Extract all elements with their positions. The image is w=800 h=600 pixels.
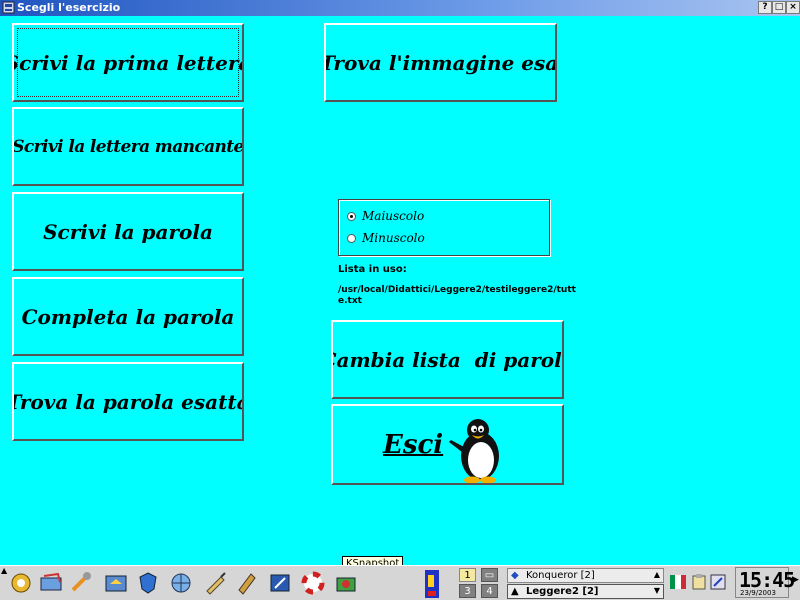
- scrivi-lettera-mancante-button[interactable]: Scrivi la lettera mancante: [12, 107, 244, 186]
- taskbar-left-arrow-icon[interactable]: ▲: [1, 566, 7, 575]
- task-label: Leggere2 [2]: [526, 586, 599, 597]
- pager-desktop-1[interactable]: 1: [459, 568, 476, 582]
- help-icon: ?: [762, 2, 768, 12]
- radio-unchecked-icon[interactable]: [347, 233, 356, 243]
- lista-label: Lista in uso:: [338, 264, 407, 275]
- home-folder-icon[interactable]: [103, 570, 129, 596]
- case-radio-group: Maiuscolo Minuscolo: [338, 199, 550, 256]
- radio-maiuscolo[interactable]: Maiuscolo: [347, 208, 424, 224]
- button-label: Scrivi la prima lettera: [12, 50, 244, 75]
- pen-icon[interactable]: [202, 570, 228, 596]
- title-bar[interactable]: Scegli l'esercizio ? □ ×: [0, 0, 800, 16]
- button-label: Cambia lista di parole: [331, 347, 564, 372]
- pager-desktop-2[interactable]: ▭: [481, 568, 498, 582]
- app-icon[interactable]: [2, 1, 15, 14]
- button-label: Completa la parola: [21, 304, 235, 329]
- radio-checked-icon[interactable]: [347, 211, 356, 221]
- clock-date: 23/9/2003: [740, 589, 776, 597]
- clipboard-icon[interactable]: [691, 574, 707, 590]
- scrivi-parola-button[interactable]: Scrivi la parola: [12, 192, 244, 271]
- maximize-button[interactable]: □: [772, 1, 786, 14]
- lista-path-line2: e.txt: [338, 296, 362, 306]
- globe-icon[interactable]: [168, 570, 194, 596]
- radio-label: Minuscolo: [362, 231, 425, 245]
- task-collapse-icon: ▼: [653, 586, 660, 595]
- italian-flag-icon[interactable]: [670, 575, 686, 589]
- ksnapshot-icon[interactable]: [333, 570, 359, 596]
- help-lifebuoy-icon[interactable]: [300, 570, 326, 596]
- completa-parola-button[interactable]: Completa la parola: [12, 277, 244, 356]
- leggere2-icon: ▲: [511, 586, 519, 597]
- close-icon: ×: [789, 2, 797, 12]
- pencil-icon[interactable]: [233, 570, 259, 596]
- pager-window-icon: ▭: [484, 570, 495, 581]
- radio-label: Maiuscolo: [362, 209, 425, 223]
- scrivi-prima-lettera-button[interactable]: Scrivi la prima lettera: [12, 23, 244, 102]
- kde-menu-icon[interactable]: [8, 570, 34, 596]
- button-label: Trova la parola esatta: [12, 389, 244, 414]
- esci-button[interactable]: Esci: [331, 404, 564, 485]
- task-leggere2[interactable]: ▲ Leggere2 [2] ▼: [507, 584, 664, 599]
- trova-immagine-esatta-button[interactable]: Trova l'immagine esatta: [324, 23, 557, 102]
- close-button[interactable]: ×: [786, 1, 800, 14]
- blue-panel-icon[interactable]: [424, 569, 440, 599]
- maximize-icon: □: [774, 2, 784, 12]
- penguin-icon: [449, 419, 499, 483]
- task-expand-icon: ▲: [653, 570, 660, 579]
- taskbar: ▲ 1 ▭ 3 4 ◆ Konqueror [2] ▲ ▲ Leggere2 […: [0, 565, 800, 600]
- task-label: Konqueror [2]: [526, 570, 595, 581]
- shield-icon[interactable]: [135, 570, 161, 596]
- trova-parola-esatta-button[interactable]: Trova la parola esatta: [12, 362, 244, 441]
- button-label: Esci: [383, 429, 444, 460]
- lista-path-line1: /usr/local/Didattici/Leggere2/testilegge…: [338, 285, 576, 295]
- button-label: Scrivi la parola: [43, 219, 213, 244]
- konqueror-icon: ◆: [511, 570, 519, 581]
- clock[interactable]: 15:45 23/9/2003: [735, 567, 795, 598]
- task-konqueror[interactable]: ◆ Konqueror [2] ▲: [507, 568, 664, 583]
- desktop-icon[interactable]: [38, 570, 64, 596]
- help-button[interactable]: ?: [758, 1, 772, 14]
- radio-minuscolo[interactable]: Minuscolo: [347, 230, 425, 246]
- cambia-lista-button[interactable]: Cambia lista di parole: [331, 320, 564, 399]
- kmix-icon[interactable]: [710, 574, 726, 590]
- button-label: Scrivi la lettera mancante: [12, 136, 244, 157]
- button-label: Trova l'immagine esatta: [324, 50, 557, 75]
- pager-desktop-3[interactable]: 3: [459, 584, 476, 598]
- pager-desktop-4[interactable]: 4: [481, 584, 498, 598]
- window-title: Scegli l'esercizio: [17, 1, 121, 14]
- editor-icon[interactable]: [267, 570, 293, 596]
- taskbar-right-arrow-icon[interactable]: ▶: [792, 575, 799, 585]
- wrench-icon[interactable]: [68, 570, 94, 596]
